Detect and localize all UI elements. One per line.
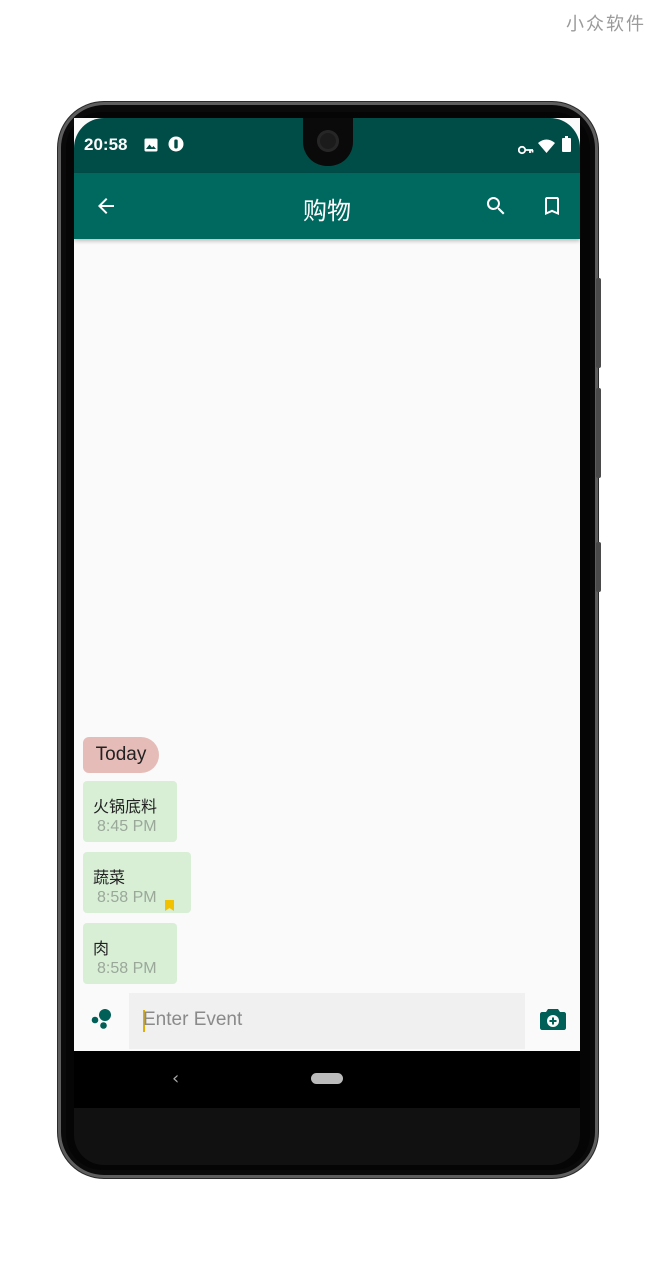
phone-chin xyxy=(74,1107,580,1165)
power-button xyxy=(596,542,601,592)
event-input-placeholder: Enter Event xyxy=(143,1009,243,1030)
front-camera xyxy=(317,130,339,152)
bookmark-icon[interactable] xyxy=(540,194,564,222)
system-nav-bar: ‹ xyxy=(74,1051,580,1108)
message-bubble[interactable]: 蔬菜 8:58 PM xyxy=(83,852,191,913)
message-text: 肉 xyxy=(93,939,110,958)
message-text: 火锅底料 xyxy=(93,797,158,816)
chat-area: Today 火锅底料 8:45 PM 蔬菜 8:58 PM 肉 8:58 PM xyxy=(74,239,580,999)
page: 小众软件 20:58 购物 Today 火锅底料 8:45 PM 蔬菜 8:58… xyxy=(0,0,658,1280)
date-chip: Today xyxy=(83,737,159,773)
nav-home-icon[interactable] xyxy=(311,1073,343,1084)
watermark: 小众软件 xyxy=(566,14,646,35)
nav-back-icon[interactable]: ‹ xyxy=(172,1068,179,1089)
message-time: 8:45 PM xyxy=(97,818,157,835)
bookmark-flag-icon xyxy=(165,896,174,915)
info-icon xyxy=(168,136,184,156)
status-bar: 20:58 xyxy=(74,118,580,173)
add-photo-icon[interactable] xyxy=(540,1007,566,1035)
image-icon xyxy=(144,137,158,156)
volume-down-button xyxy=(596,388,601,478)
vpn-key-icon xyxy=(517,140,534,159)
app-screen: 20:58 购物 Today 火锅底料 8:45 PM 蔬菜 8:58 PM 肉… xyxy=(74,118,580,1108)
app-bar: 购物 xyxy=(74,173,580,239)
message-bubble[interactable]: 火锅底料 8:45 PM xyxy=(83,781,177,842)
search-icon[interactable] xyxy=(484,194,508,222)
message-bubble[interactable]: 肉 8:58 PM xyxy=(83,923,177,984)
categories-icon[interactable] xyxy=(91,1008,113,1034)
message-time: 8:58 PM xyxy=(97,889,157,906)
status-time: 20:58 xyxy=(84,135,128,154)
message-text: 蔬菜 xyxy=(93,868,126,887)
input-bar: Enter Event xyxy=(74,989,580,1051)
battery-icon xyxy=(562,136,571,156)
event-input[interactable]: Enter Event xyxy=(129,993,525,1049)
wifi-icon xyxy=(538,138,555,157)
camera-notch xyxy=(303,118,353,166)
message-time: 8:58 PM xyxy=(97,960,157,977)
volume-up-button xyxy=(596,278,601,368)
